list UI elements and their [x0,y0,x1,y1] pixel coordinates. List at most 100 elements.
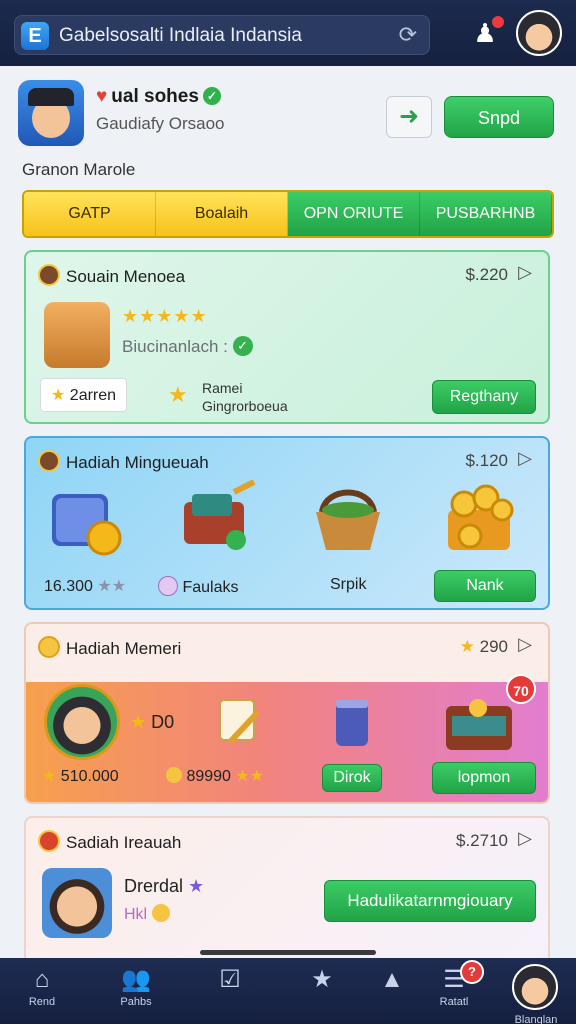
nav-avatar[interactable] [512,964,558,1010]
chevron-right-icon[interactable]: ▷ [518,448,532,469]
chevron-right-icon[interactable]: ▷ [518,828,532,849]
chevron-right-icon[interactable]: ▷ [518,262,532,283]
star-icon: ★ [42,768,57,785]
gift-box-icon [46,480,126,560]
star-label-text: D0 [151,712,175,732]
nav-people-label: Pahbs [120,996,152,1008]
star-label: ★ D0 [130,712,174,733]
coin-chest-icon [440,480,520,560]
chevron-right-icon[interactable]: ▷ [518,634,532,655]
bucket-icon [210,690,270,750]
rating-stars: ★★★★★ [122,306,208,326]
tab-3[interactable]: OPN ORIUTE [288,192,420,236]
check-icon: ✓ [232,336,253,356]
people-icon: 👥 [121,966,151,993]
card-title: Hadiah Mingueuah [38,450,209,473]
character-sub-text: Hkl [124,906,148,923]
value-badge-text: 2arren [69,387,117,404]
star-icon: ★ [168,382,189,407]
card-price: $.220 [465,265,508,284]
home-indicator [200,950,376,955]
verified-icon: ✓ [202,87,221,105]
nav-people[interactable]: 👥 Pahbs [106,966,166,1008]
coin-icon [38,264,60,286]
stat-value-text: 16.300 [44,578,93,595]
tab-2[interactable]: Boalaih [156,192,288,236]
coin-icon [166,767,182,783]
profile-subtitle: Gaudiafy Orsaoo [96,114,225,133]
count-badge: 70 [506,674,536,704]
reward-card-3[interactable]: Hadiah Memeri ★ 290 ▷ ★ D0 70 ★ 510.000 … [24,622,550,804]
section-label: Granon Marole [22,160,136,179]
flower-icon [158,576,178,596]
user-avatar[interactable] [516,10,562,56]
home-icon: ⌂ [34,966,50,993]
primary-action-button[interactable]: Snpd [444,96,554,138]
card-title-text: Sadiah Ireauah [66,833,182,852]
heart-icon: ♥ [96,86,108,107]
reward-card-1[interactable]: Souain Menoea $.220 ▷ ★★★★★ Biucinanlach… [24,250,550,424]
secondary-button[interactable]: Dirok [322,764,382,792]
note-line-1: Ramei [202,380,243,396]
value-1: ★ 510.000 [42,766,119,786]
stat-value: 16.300 ★★ [44,576,126,596]
triangle-icon: ▲ [380,966,404,993]
claim-button[interactable]: Nank [434,570,536,602]
star-icon: ★ [51,387,66,404]
nav-home-label: Rend [28,996,56,1008]
coin-icon [38,830,60,852]
profile-avatar[interactable] [18,80,84,146]
card-title-text: Hadiah Memeri [66,639,182,658]
stat-stars: ★★ [97,578,127,595]
treasure-chest-icon [442,686,518,756]
reward-card-2[interactable]: Hadiah Mingueuah $.120 ▷ 16.300 ★★ Faula… [24,436,550,610]
share-button[interactable]: ➜ [386,96,432,138]
profile-name: ♥ ual sohes ✓ [96,86,221,108]
card-title: Sadiah Ireauah [38,830,181,853]
star-icon: ★ [188,876,205,896]
value-badge: ★ 2arren [40,378,128,412]
address-bar[interactable]: E Gabelsosalti Indlaia Indansia ⟳ [14,15,430,55]
note-line-2: Gingrorboeua [202,398,288,414]
claim-button[interactable]: Regthany [432,380,536,414]
address-text[interactable]: Gabelsosalti Indlaia Indansia [59,25,302,47]
nav-home[interactable]: ⌂ Rend [12,966,72,1008]
card-price: $.120 [465,451,508,470]
profile-name-text: ual sohes [111,86,199,107]
card-price-text: 290 [479,637,508,656]
nav-menu-label: Ratatl [439,996,469,1008]
tab-1[interactable]: GATP [24,192,156,236]
tab-4[interactable]: PUSBARHNB [420,192,552,236]
nav-check[interactable]: ☑ [200,966,260,994]
star-icon: ★ [311,966,333,993]
basket-icon [308,480,388,560]
character-sub: Hkl [124,904,170,924]
bell-icon[interactable]: ♟ [468,16,504,50]
nav-triangle[interactable]: ▲ [362,966,422,994]
nav-profile-label-text: Blanglan [514,1014,558,1024]
card-title-text: Souain Menoea [66,267,186,286]
check-icon: ☑ [219,966,241,993]
coin-icon [151,904,170,922]
claim-button[interactable]: lopmon [432,762,536,794]
character-avatar [42,868,112,938]
nav-star[interactable]: ★ [292,966,352,994]
nav-menu[interactable]: ☰ Ratatl ? [424,960,484,1008]
notification-dot [492,16,504,28]
item-label-3: Srpik [330,576,367,593]
reload-icon[interactable]: ⟳ [399,22,417,48]
card-subtitle-text: Biucinanlach : [122,337,228,356]
card-title: Souain Menoea [38,264,185,287]
jar-icon [328,694,388,754]
value-1-text: 510.000 [60,768,119,785]
card-title-text: Hadiah Mingueuah [66,453,209,472]
card-price: $.2710 [456,831,508,850]
star-icon: ★ [130,712,147,732]
wide-action-button[interactable]: Hadulikatarnmgiouary [324,880,536,922]
top-bar: E Gabelsosalti Indlaia Indansia ⟳ ♟ [0,0,576,66]
card-title: Hadiah Memeri [38,636,181,659]
coin-icon [38,636,60,658]
card-price: ★ 290 [460,637,508,657]
card-subtitle: Biucinanlach : ✓ [122,336,253,357]
star-icon: ★ [459,637,475,656]
